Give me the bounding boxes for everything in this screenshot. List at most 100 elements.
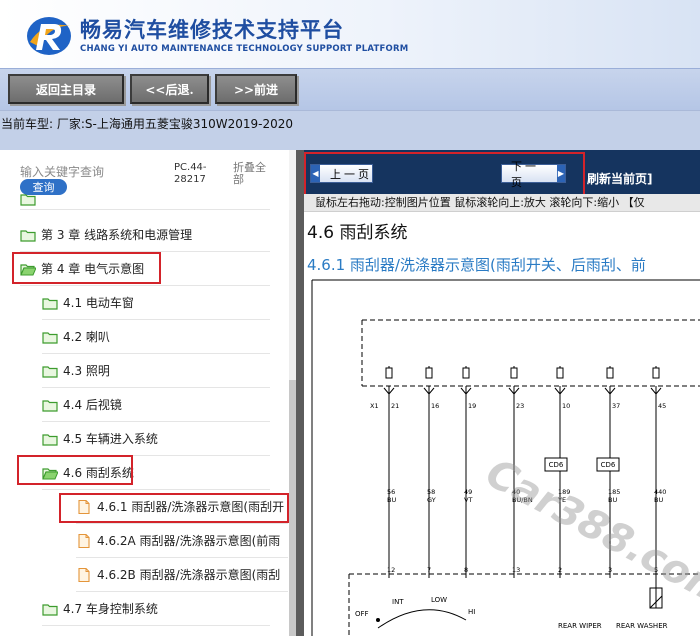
tree-item-4-5[interactable]: 4.5 车辆进入系统 <box>42 422 270 456</box>
next-page-button[interactable]: 下一页 ▶ <box>501 160 566 189</box>
home-button[interactable]: 返回主目录 <box>8 74 124 104</box>
pin-label: 2 <box>558 566 562 574</box>
tree-item-label: 第 3 章 线路系统和电源管理 <box>41 228 193 242</box>
connector-label: CD6 <box>549 461 564 469</box>
folder-icon <box>42 399 58 412</box>
pin-label: 21 <box>391 402 399 410</box>
pin-label: 8 <box>464 566 468 574</box>
pin-label: 13 <box>512 566 520 574</box>
tree-item-label: 4.5 车辆进入系统 <box>63 432 158 446</box>
search-input[interactable]: 输入关键字查询 <box>20 163 104 180</box>
terminal-symbol <box>556 367 564 379</box>
pin-label: 12 <box>387 566 395 574</box>
connector-cd6-2: CD6 <box>596 457 620 472</box>
vehicle-bar: 当前车型: 厂家:S-上海通用五菱宝骏310W2019-2020 <box>0 110 700 150</box>
back-button[interactable]: <<后退. <box>130 74 209 104</box>
tree-item-chapter-3[interactable]: 第 3 章 线路系统和电源管理 <box>20 218 270 252</box>
current-vehicle: 当前车型: 厂家:S-上海通用五菱宝骏310W2019-2020 <box>1 117 294 131</box>
tree-item-4-6-1[interactable]: 4.6.1 雨刮器/洗涤器示意图(雨刮开 <box>76 490 288 524</box>
folder-icon <box>20 229 36 242</box>
app-root: 畅易汽车维修技术支持平台 CHANG YI AUTO MAINTENANCE T… <box>0 0 700 636</box>
tree-item-label: 4.6.2B 雨刮器/洗涤器示意图(雨刮 <box>97 568 281 582</box>
wire-size-label: 185 <box>608 488 620 496</box>
tree-item-4-6-2b[interactable]: 4.6.2B 雨刮器/洗涤器示意图(雨刮 <box>76 558 288 592</box>
terminal-symbol <box>510 367 518 379</box>
tree-item-4-4[interactable]: 4.4 后视镜 <box>42 388 270 422</box>
content-toolbar: ◀ 上一页 下一页 ▶ 刷新当前页] <box>304 150 700 194</box>
scrollbar-thumb[interactable] <box>289 380 296 636</box>
switch-label-int: INT <box>392 598 404 606</box>
tree-item-4-3[interactable]: 4.3 照明 <box>42 354 270 388</box>
scrollbar-top <box>289 150 296 210</box>
switch-label-low: LOW <box>431 596 447 604</box>
terminal-symbol <box>462 367 470 379</box>
forward-button[interactable]: >>前进 <box>215 74 297 104</box>
tree-item-4-6-2a[interactable]: 4.6.2A 雨刮器/洗涤器示意图(前雨 <box>76 524 288 558</box>
header: 畅易汽车维修技术支持平台 CHANG YI AUTO MAINTENANCE T… <box>0 0 700 68</box>
subsection-title: 4.6.1 雨刮器/洗涤器示意图(雨刮开关、后雨刮、前 <box>307 256 646 274</box>
document-icon <box>78 533 90 548</box>
tree-item-partial[interactable] <box>20 188 270 210</box>
switch-label-hi: HI <box>468 608 475 616</box>
content-panel: ◀ 上一页 下一页 ▶ 刷新当前页] 鼠标左右拖动:控制图片位置 鼠标滚轮向上:… <box>304 150 700 636</box>
wire-color-label: BU <box>654 496 663 504</box>
wire-color-label: GY <box>427 496 436 504</box>
sidebar: 输入关键字查询 查询 PC.44-28217 折叠全部 第 3 章 线路系统和电… <box>0 150 296 636</box>
tree-item-4-2[interactable]: 4.2 喇叭 <box>42 320 270 354</box>
prev-page-label: 上一页 <box>330 167 372 181</box>
tree-item-label: 4.3 照明 <box>63 364 110 378</box>
folder-icon <box>20 193 36 206</box>
document-icon <box>78 567 90 582</box>
wire-size-label: 49 <box>464 488 472 496</box>
wire-color-label: BU <box>387 496 396 504</box>
pin-label: 3 <box>608 566 612 574</box>
tree-item-label: 4.6.2A 雨刮器/洗涤器示意图(前雨 <box>97 534 281 548</box>
connector-label: CD6 <box>601 461 616 469</box>
folder-icon <box>42 603 58 616</box>
switch-section: OFF INT LOW HI REAR WIPER REAR WASHER <box>355 578 668 630</box>
tree-item-4-7[interactable]: 4.7 车身控制系统 <box>42 592 270 626</box>
brand-logo-icon <box>27 17 71 55</box>
wire-color-label: BU <box>608 496 617 504</box>
brand-title: 畅易汽车维修技术支持平台 <box>80 18 344 42</box>
collapse-all-button[interactable]: 折叠全部 <box>233 162 273 186</box>
switch-label-rear-wiper: REAR WIPER <box>558 622 602 630</box>
pin-label: 23 <box>516 402 524 410</box>
tree-item-label: 4.2 喇叭 <box>63 330 110 344</box>
folder-open-icon <box>20 263 36 275</box>
folder-open-icon <box>42 467 58 479</box>
pin-label: 10 <box>562 402 570 410</box>
tree-item-label: 4.7 车身控制系统 <box>63 602 158 616</box>
pc-label: PC.44-28217 <box>174 162 207 185</box>
next-page-label: 下一页 <box>511 159 539 189</box>
pin-label: 7 <box>427 566 431 574</box>
wire-size-label: 58 <box>427 488 435 496</box>
tree-item-label: 4.6.1 雨刮器/洗涤器示意图(雨刮开 <box>97 500 285 514</box>
brand-subtitle: CHANG YI AUTO MAINTENANCE TECHNOLOGY SUP… <box>80 44 409 54</box>
terminal-symbol <box>606 367 614 379</box>
tree-item-label: 4.4 后视镜 <box>63 398 122 412</box>
folder-icon <box>42 331 58 344</box>
panel-splitter[interactable] <box>296 150 304 636</box>
pin-label: 16 <box>431 402 439 410</box>
tree-item-chapter-4[interactable]: 第 4 章 电气示意图 <box>20 252 270 286</box>
mouse-hint: 鼠标左右拖动:控制图片位置 鼠标滚轮向上:放大 滚轮向下:缩小 【仅 <box>304 194 700 212</box>
terminal-symbol <box>652 367 660 379</box>
connector-cd6-1: CD6 <box>544 457 568 472</box>
document-icon <box>78 499 90 514</box>
pin-label: 45 <box>658 402 666 410</box>
terminal-symbol <box>385 367 393 379</box>
tree-item-label: 4.1 电动车窗 <box>63 296 134 310</box>
arrow-right-icon: ▶ <box>556 165 565 182</box>
pin-label: X1 <box>370 402 379 410</box>
wire-size-label: 440 <box>654 488 666 496</box>
tree-item-4-1[interactable]: 4.1 电动车窗 <box>42 286 270 320</box>
folder-icon <box>42 297 58 310</box>
tree-item-4-6[interactable]: 4.6 雨刮系统 <box>42 456 270 490</box>
pin-label: 37 <box>612 402 620 410</box>
refresh-page-link[interactable]: 刷新当前页] <box>587 170 653 187</box>
wire-color-label: VT <box>464 496 472 504</box>
switch-label-rear-washer: REAR WASHER <box>616 622 668 630</box>
prev-page-button[interactable]: ◀ 上一页 <box>310 164 373 183</box>
nav-bar: 返回主目录 <<后退. >>前进 <box>0 68 700 110</box>
